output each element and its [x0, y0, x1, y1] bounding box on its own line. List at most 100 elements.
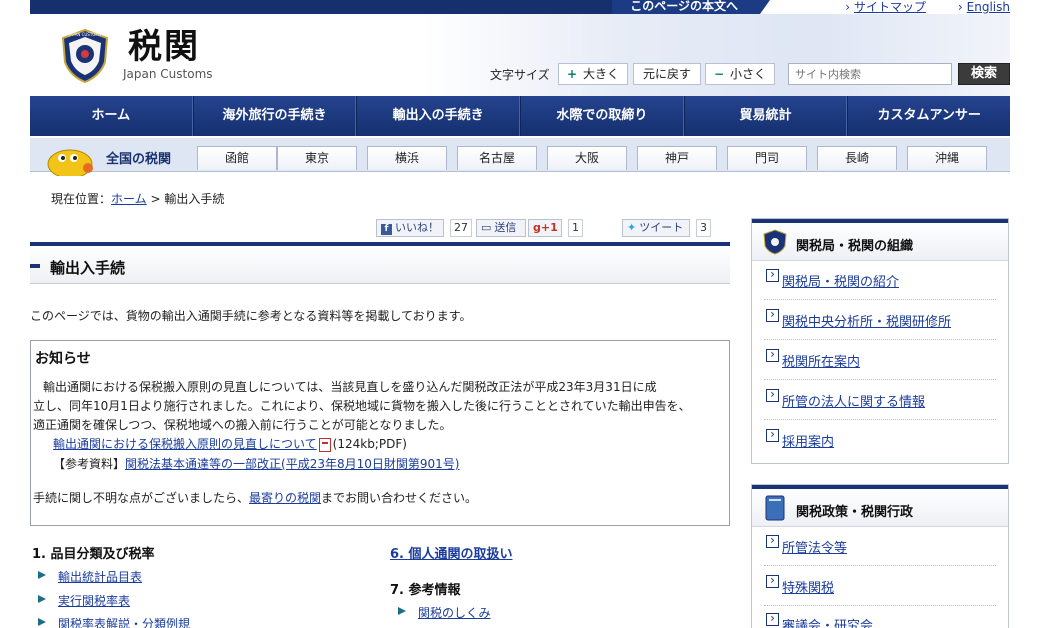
nav-trade-statistics[interactable]: 貿易統計 [683, 96, 848, 136]
tweet-button[interactable]: ✦ ツイート [622, 219, 690, 237]
pdf-icon [318, 437, 331, 452]
emblem-text: JAPAN CUSTOMS [68, 32, 102, 37]
pdf-size: (124kb;PDF) [332, 437, 407, 451]
send-icon: ▭ [481, 221, 492, 234]
notice-text-line: 輸出通関における保税搬入原則の見直しについては、当該見直しを盛り込んだ関税改正法… [43, 380, 657, 394]
section-heading-1: 1. 品目分類及び税率 [32, 547, 155, 562]
list-item[interactable]: 関税のしくみ [397, 604, 490, 621]
breadcrumb-current: 輸出入手続 [164, 192, 225, 206]
divider [764, 379, 996, 380]
sidebar-link[interactable]: 審議会・研究会 [765, 613, 873, 628]
region-okinawa[interactable]: 沖縄 [907, 146, 987, 170]
notice-reference-row: 【参考資料】関税法基本通達等の一部改正(平成23年8月10日財関第901号) [53, 455, 459, 472]
sitemap-link[interactable]: サイトマップ [845, 0, 926, 14]
section-heading-7: 7. 参考情報 [390, 583, 461, 598]
font-smaller-button[interactable]: − 小さく [705, 63, 775, 85]
page-title: 輸出入手続 [50, 259, 126, 277]
nav-overseas-travel[interactable]: 海外旅行の手続き [192, 96, 357, 136]
sidebar-box-title: 関税局・税関の組織 [796, 239, 914, 254]
english-link[interactable]: English [958, 0, 1010, 14]
sidebar-link[interactable]: 所管法令等 [765, 535, 847, 556]
nearest-customs-link[interactable]: 最寄りの税関 [249, 491, 321, 505]
sidebar-organization-box: 関税局・税関の組織 関税局・税関の紹介 関税中央分析所・税関研修所 税関所在案内… [751, 218, 1009, 464]
plus-icon: + [566, 67, 578, 81]
site-title[interactable]: 税関 [128, 28, 200, 66]
customs-emblem-icon[interactable]: JAPAN CUSTOMS [60, 28, 110, 84]
mascot-icon [47, 149, 93, 176]
google-plus-icon: g [533, 221, 541, 234]
breadcrumb-prefix: 現在位置： [51, 192, 112, 206]
search-button[interactable]: 検索 [958, 63, 1010, 85]
notice-link-row: 輸出通関における保税搬入原則の見直しについて (124kb;PDF) [53, 435, 407, 452]
region-osaka[interactable]: 大阪 [547, 146, 627, 170]
facebook-icon: f [381, 224, 392, 235]
breadcrumb: 現在位置：ホーム > 輸出入手続 [51, 190, 224, 207]
sidebar-link[interactable]: 関税局・税関の紹介 [765, 269, 899, 290]
notice-contact: 手続に関し不明な点がございましたら、最寄りの税関までお問い合わせください。 [33, 491, 478, 505]
regional-customs-label: 全国の税関 [106, 152, 172, 167]
divider [764, 419, 996, 420]
sidebar-link[interactable]: 関税中央分析所・税関研修所 [765, 309, 951, 330]
sidebar-link[interactable]: 採用案内 [765, 429, 834, 450]
skip-to-content-link[interactable]: このページの本文へ [612, 0, 770, 14]
top-bar: このページの本文へ [30, 0, 770, 14]
list-item[interactable]: 関税率表解説・分類例規 [37, 615, 190, 628]
sidebar-link[interactable]: 所管の法人に関する情報 [765, 389, 925, 410]
region-nagasaki[interactable]: 長崎 [817, 146, 897, 170]
reference-prefix: 【参考資料】 [53, 457, 126, 471]
notice-body: 輸出通関における保税搬入原則の見直しについては、当該見直しを盛り込んだ関税改正法… [33, 378, 727, 435]
nav-border-control[interactable]: 水際での取締り [520, 96, 684, 136]
customs-emblem-icon [763, 229, 787, 255]
top-links: サイトマップ English [817, 0, 1010, 15]
minus-icon: − [713, 67, 725, 81]
sidebar-link[interactable]: 税関所在案内 [765, 349, 860, 370]
gplus-count: 1 [568, 219, 583, 237]
bonded-area-review-pdf-link[interactable]: 輸出通関における保税搬入原則の見直しについて [53, 437, 317, 451]
book-icon [765, 495, 785, 521]
sidebar-box-header: 関税局・税関の組織 [752, 219, 1008, 261]
breadcrumb-separator: > [146, 192, 165, 206]
region-moji[interactable]: 門司 [727, 146, 807, 170]
site-search-input[interactable] [788, 63, 952, 85]
sidebar-box-header: 関税政策・税関行政 [752, 485, 1008, 527]
region-nagoya[interactable]: 名古屋 [457, 146, 537, 170]
list-item[interactable]: 実行関税率表 [37, 592, 130, 609]
nav-customs-answer[interactable]: カスタムアンサー [847, 96, 1010, 136]
section-heading-6: 6. 個人通関の取扱い [390, 543, 513, 562]
notice-text-line: 立し、同年10月1日より施行されました。これにより、保税地域に貨物を搬入した後に… [33, 399, 691, 413]
sidebar-policy-box: 関税政策・税関行政 所管法令等 特殊関税 審議会・研究会 [751, 484, 1009, 628]
twitter-bird-icon: ✦ [627, 221, 637, 234]
divider [764, 605, 996, 606]
font-size-label: 文字サイズ [490, 68, 550, 82]
tweet-count: 3 [696, 219, 711, 237]
breadcrumb-home-link[interactable]: ホーム [111, 192, 147, 206]
region-hakodate[interactable]: 函館 [197, 146, 277, 170]
sidebar-link[interactable]: 特殊関税 [765, 575, 834, 596]
region-yokohama[interactable]: 横浜 [367, 146, 447, 170]
nav-import-export[interactable]: 輸出入の手続き [356, 96, 521, 136]
notice-title: お知らせ [35, 351, 91, 367]
font-reset-button[interactable]: 元に戻す [633, 63, 701, 85]
like-count: 27 [450, 219, 472, 237]
font-larger-button[interactable]: + 大きく [558, 63, 628, 85]
main-nav: ホーム 海外旅行の手続き 輸出入の手続き 水際での取締り 貿易統計 カスタムアン… [30, 96, 1010, 136]
region-kobe[interactable]: 神戸 [637, 146, 717, 170]
heading-marker [30, 264, 40, 268]
nav-home[interactable]: ホーム [30, 96, 193, 136]
divider [764, 565, 996, 566]
facebook-like-button[interactable]: f いいね！ [376, 219, 444, 237]
notice-box: お知らせ 輸出通関における保税搬入原則の見直しについては、当該見直しを盛り込んだ… [30, 340, 730, 526]
sidebar-box-title: 関税政策・税関行政 [796, 505, 914, 520]
facebook-send-button[interactable]: ▭ 送信 [476, 219, 526, 237]
divider [764, 339, 996, 340]
site-header: JAPAN CUSTOMS 税関 Japan Customs 文字サイズ + 大き… [30, 14, 1010, 96]
google-plus-button[interactable]: g+1 [528, 219, 562, 237]
list-item[interactable]: 輸出統計品目表 [37, 568, 142, 585]
region-tokyo[interactable]: 東京 [277, 146, 357, 170]
page-intro: このページでは、貨物の輸出入通関手続に参考となる資料等を掲載しております。 [30, 309, 472, 323]
personal-customs-link[interactable]: 6. 個人通関の取扱い [390, 547, 513, 562]
reference-link[interactable]: 関税法基本通達等の一部改正(平成23年8月10日財関第901号) [125, 457, 459, 471]
page-title-bar: 輸出入手続 [30, 242, 730, 284]
divider [764, 299, 996, 300]
site-subtitle: Japan Customs [123, 67, 213, 81]
